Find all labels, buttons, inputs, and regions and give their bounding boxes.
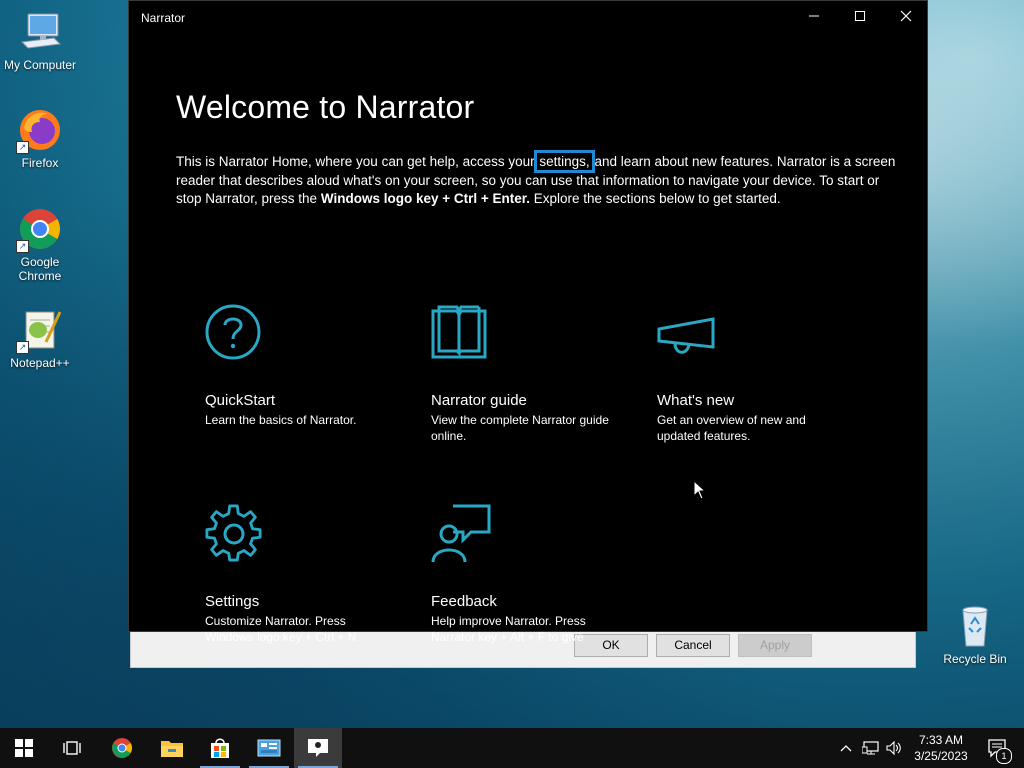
maximize-button[interactable] (837, 1, 883, 34)
tile-name: QuickStart (205, 392, 276, 409)
title-bar[interactable]: Narrator (129, 1, 927, 34)
tile-feedback[interactable]: Feedback Help improve Narrator. Press Na… (431, 504, 631, 645)
tile-quickstart[interactable]: QuickStart Learn the basics of Narrator. (205, 303, 405, 428)
clock[interactable]: 7:33 AM 3/25/2023 (906, 732, 976, 764)
taskbar-file-explorer[interactable] (148, 728, 196, 768)
tile-description: Help improve Narrator. Press Narrator ke… (431, 614, 586, 644)
store-icon (211, 738, 229, 758)
volume-button[interactable] (884, 728, 904, 768)
speaker-icon (886, 741, 901, 755)
gear-icon (205, 504, 262, 562)
desktop-icon-firefox[interactable]: ↗ Firefox (0, 106, 80, 170)
book-icon (431, 305, 487, 359)
start-button[interactable] (0, 728, 48, 768)
minimize-button[interactable] (791, 1, 837, 34)
taskbar-control-panel[interactable] (245, 728, 293, 768)
taskbar-narrator[interactable] (294, 728, 342, 768)
tile-name: Settings (205, 593, 260, 610)
show-hidden-icons-button[interactable] (836, 728, 856, 768)
notepadpp-icon: ↗ (16, 306, 64, 354)
tile-name: Feedback (431, 593, 497, 610)
desktop-icon-label: Google Chrome (18, 255, 62, 283)
chrome-icon: ↗ (16, 205, 64, 253)
chevron-up-icon (840, 745, 852, 752)
narrator-icon (308, 739, 328, 757)
tile-name: Narrator guide (431, 392, 527, 409)
desktop-icon-google-chrome[interactable]: ↗ Google Chrome (0, 205, 80, 283)
narrator-window: Narrator Welcome to Narrator This is Nar… (128, 0, 928, 644)
page-title: Welcome to Narrator (176, 89, 475, 125)
mouse-cursor-icon (693, 480, 707, 500)
chrome-icon (112, 738, 132, 758)
cancel-button[interactable]: Cancel (656, 634, 730, 657)
tile-whats-new[interactable]: What's new Get an overview of new and up… (657, 303, 857, 444)
intro-text: This is Narrator Home, where you can get… (176, 154, 539, 169)
task-view-button[interactable] (48, 728, 96, 768)
clock-time: 7:33 AM (918, 733, 964, 747)
action-center-button[interactable]: 1 (978, 728, 1018, 768)
file-explorer-icon (161, 741, 183, 757)
desktop-icon-notepadpp[interactable]: ↗ Notepad++ (0, 306, 80, 370)
tile-settings[interactable]: Settings Customize Narrator. Press Windo… (205, 504, 405, 645)
computer-icon (16, 8, 64, 56)
tile-description: Customize Narrator. Press Windows logo k… (205, 614, 357, 644)
taskbar-chrome[interactable] (98, 728, 146, 768)
desktop-icon-recycle-bin[interactable]: Recycle Bin (935, 602, 1015, 666)
firefox-icon: ↗ (16, 106, 64, 154)
start-icon (15, 739, 33, 757)
clock-date: 3/25/2023 (914, 749, 968, 763)
feedback-icon (431, 504, 491, 563)
network-icon (862, 741, 879, 755)
tile-narrator-guide[interactable]: Narrator guide View the complete Narrato… (431, 303, 631, 444)
recycle-bin-icon (951, 602, 999, 650)
apply-button[interactable]: Apply (738, 634, 812, 657)
close-icon (900, 10, 912, 22)
desktop-icon-label: Firefox (21, 156, 59, 170)
desktop-icon-label: Notepad++ (10, 356, 70, 370)
desktop-icon-label: My Computer (3, 58, 77, 72)
maximize-icon (855, 11, 865, 21)
desktop-icon-label: Recycle Bin (943, 652, 1007, 666)
megaphone-icon (657, 317, 715, 354)
task-view-icon (63, 741, 81, 755)
control-panel-icon (257, 739, 281, 757)
network-button[interactable] (860, 728, 882, 768)
taskbar: 7:33 AM 3/25/2023 1 (0, 728, 1024, 768)
intro-text: Explore the sections below to get starte… (530, 191, 781, 206)
tile-description: View the complete Narrator guide online. (431, 413, 609, 443)
shortcut-text: Windows logo key + Ctrl + Enter. (320, 191, 530, 206)
window-title: Narrator (141, 11, 186, 25)
close-button[interactable] (883, 1, 929, 34)
intro-paragraph: This is Narrator Home, where you can get… (176, 150, 896, 209)
tile-description: Get an overview of new and updated featu… (657, 413, 806, 443)
minimize-icon (809, 15, 819, 17)
tile-name: What's new (657, 392, 735, 409)
question-circle-icon (205, 304, 261, 360)
tile-description: Learn the basics of Narrator. (205, 413, 357, 427)
notification-badge: 1 (996, 748, 1012, 764)
settings-link[interactable]: settings, (534, 150, 595, 173)
taskbar-store[interactable] (196, 728, 244, 768)
desktop-icon-my-computer[interactable]: My Computer (0, 8, 80, 72)
